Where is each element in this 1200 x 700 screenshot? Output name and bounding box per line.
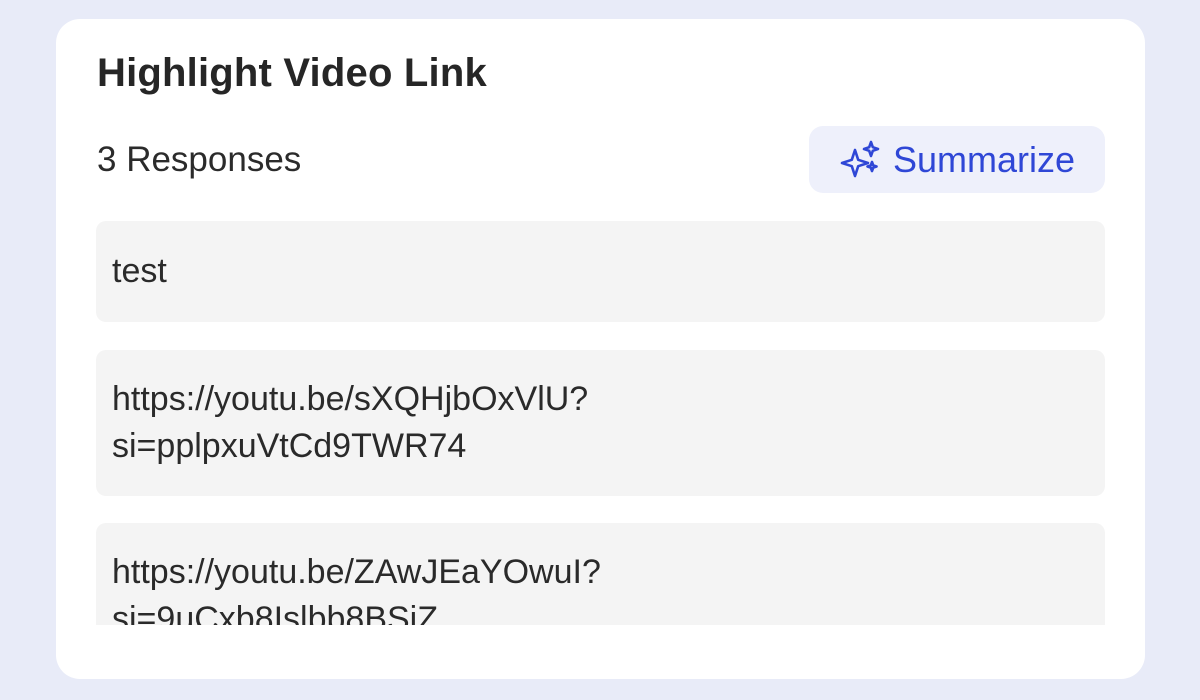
responses-card: Highlight Video Link 3 Responses Summari… — [56, 19, 1145, 679]
response-text-continued: si=pplpxuVtCd9TWR74 — [112, 427, 467, 465]
response-text-continued: si=9uCxb8Islbb8BSiZ — [112, 600, 439, 625]
question-title: Highlight Video Link — [97, 51, 487, 95]
responses-list[interactable]: test https://youtu.be/sXQHjbOxVlU? si=pp… — [96, 221, 1105, 625]
summarize-button-label: Summarize — [892, 138, 1076, 180]
response-text: https://youtu.be/ZAwJEaYOwuI? — [112, 553, 601, 591]
response-text: https://youtu.be/sXQHjbOxVlU? — [112, 380, 589, 418]
responses-count: 3 Responses — [97, 140, 302, 179]
response-item: https://youtu.be/sXQHjbOxVlU? si=pplpxuV… — [96, 350, 1105, 496]
response-item: test — [96, 221, 1105, 322]
summarize-button[interactable]: Summarize — [809, 126, 1105, 193]
sparkles-icon — [839, 138, 883, 182]
response-item: https://youtu.be/ZAwJEaYOwuI? si=9uCxb8I… — [96, 523, 1105, 625]
response-text: test — [112, 252, 167, 290]
